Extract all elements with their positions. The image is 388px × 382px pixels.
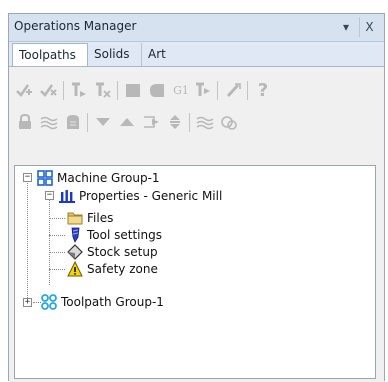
tool-icon [67, 227, 83, 243]
tree-item-label: Files [87, 211, 114, 225]
collapse-toggle[interactable]: − [23, 173, 32, 182]
move-up-icon[interactable] [116, 111, 138, 133]
select-dirty-operations-icon[interactable] [38, 79, 60, 101]
tree-item-files[interactable]: Files [67, 209, 113, 227]
help-icon[interactable]: ? [252, 79, 274, 101]
tree-item-label: Properties - Generic Mill [79, 189, 223, 203]
toolpaths-tab-content: G1 ? − Machine Group-1 − Properties - Ge… [9, 66, 384, 382]
tree-item-tool-settings[interactable]: Tool settings [67, 226, 162, 244]
delete-icon[interactable] [222, 79, 244, 101]
regenerate-dirty-icon[interactable] [92, 79, 114, 101]
tree-item-toolpath-group[interactable]: Toolpath Group-1 [41, 293, 164, 311]
tree-connector [27, 181, 28, 302]
lock-icon[interactable] [14, 111, 36, 133]
scroll-icon[interactable] [164, 111, 186, 133]
tree-item-label: Safety zone [87, 262, 158, 276]
post-selected-icon[interactable]: G1 [170, 79, 192, 101]
collapse-toggle[interactable]: − [45, 191, 54, 200]
tree-item-label: Tool settings [87, 228, 162, 242]
tab-solids[interactable]: Solids [88, 43, 142, 67]
panel-title-bar[interactable]: Operations Manager ▾ X [9, 14, 384, 42]
pin-dropdown-icon[interactable]: ▾ [336, 17, 356, 37]
toolbar-separator [87, 113, 88, 132]
tree-connector [49, 199, 50, 285]
tree-connector [49, 252, 65, 253]
tree-connector [49, 269, 65, 270]
regenerate-selected-icon[interactable] [68, 79, 90, 101]
toggle-display-icon[interactable] [38, 111, 60, 133]
operations-tree[interactable]: − Machine Group-1 − Properties - Generic… [14, 165, 376, 379]
folder-icon [67, 210, 83, 226]
toggle-posting-icon[interactable] [62, 111, 84, 133]
tree-item-machine-group[interactable]: Machine Group-1 [37, 169, 160, 187]
insert-arrow-icon[interactable] [140, 111, 162, 133]
tree-item-label: Stock setup [87, 245, 158, 259]
tree-connector [49, 218, 65, 219]
close-icon[interactable]: X [359, 17, 379, 37]
operations-manager-panel: Operations Manager ▾ X Toolpaths Solids … [8, 13, 385, 382]
tree-connector [49, 235, 65, 236]
select-all-operations-icon[interactable] [14, 79, 36, 101]
tab-toolpaths[interactable]: Toolpaths [12, 43, 88, 67]
expand-toggle[interactable]: + [23, 298, 32, 307]
only-display-selected-icon[interactable] [194, 111, 216, 133]
tree-item-label: Machine Group-1 [57, 171, 160, 185]
verify-icon[interactable] [146, 79, 168, 101]
toolpath-group-icon [41, 294, 57, 310]
toolbar-row-2 [14, 111, 374, 139]
backplot-icon[interactable] [122, 79, 144, 101]
toolbar-separator [63, 81, 64, 100]
toolbar-separator [217, 81, 218, 100]
panel-title: Operations Manager [14, 19, 137, 33]
toolbar-row-1: G1 ? [14, 79, 374, 107]
tree-item-safety-zone[interactable]: Safety zone [67, 260, 158, 278]
tree-connector [33, 302, 41, 303]
toolbar-separator [117, 81, 118, 100]
tree-item-label: Toolpath Group-1 [61, 295, 164, 309]
toolbar-separator [189, 113, 190, 132]
stock-icon [67, 244, 83, 260]
warning-icon [67, 260, 83, 277]
tree-item-stock-setup[interactable]: Stock setup [67, 243, 158, 261]
tree-item-properties[interactable]: Properties - Generic Mill [59, 187, 222, 205]
only-display-associated-icon[interactable] [218, 111, 240, 133]
tab-art[interactable]: Art [142, 43, 182, 67]
toolbar-separator [247, 81, 248, 100]
move-down-icon[interactable] [92, 111, 114, 133]
high-speed-toolpath-icon[interactable] [192, 79, 214, 101]
machine-group-icon [37, 170, 53, 186]
mill-properties-icon [59, 188, 75, 204]
